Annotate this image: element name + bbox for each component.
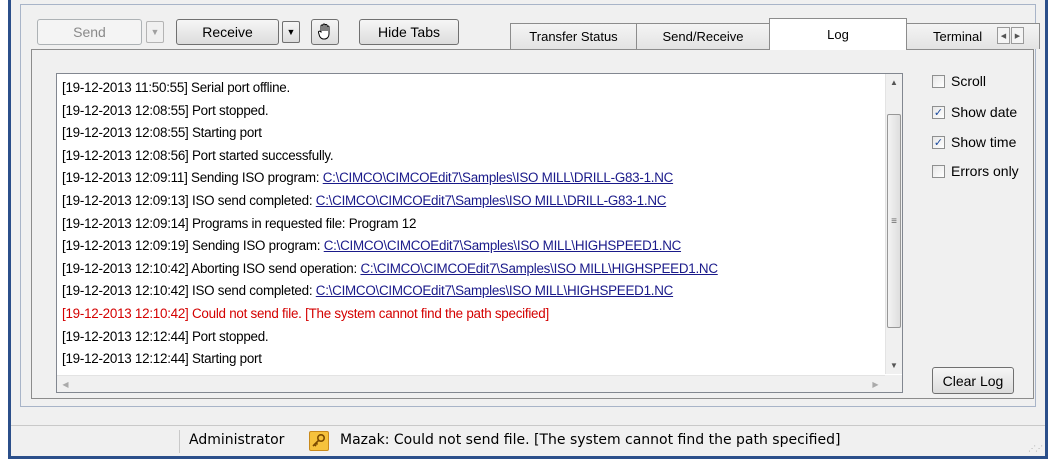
log-entry-text: [19-12-2013 12:09:13] ISO send completed… xyxy=(62,192,316,208)
errors-only-option[interactable]: Errors only xyxy=(932,162,1019,180)
log-entry: [19-12-2013 12:09:14] Programs in reques… xyxy=(62,213,882,236)
show-time-label: Show time xyxy=(951,134,1017,150)
scroll-right-icon[interactable]: ▶ xyxy=(867,376,884,392)
log-entry-text: [19-12-2013 12:10:42] ISO send completed… xyxy=(62,283,316,299)
log-entry-text: [19-12-2013 12:09:19] Sending ISO progra… xyxy=(62,238,324,254)
scroll-down-icon[interactable]: ▼ xyxy=(886,357,902,374)
hand-icon xyxy=(317,23,330,40)
scroll-checkbox[interactable] xyxy=(932,74,945,88)
errors-only-label: Errors only xyxy=(951,163,1019,179)
log-entry: [19-12-2013 12:08:55] Port stopped. xyxy=(62,100,882,123)
chevron-down-icon: ▼ xyxy=(150,27,160,37)
show-date-checkbox[interactable]: ✓ xyxy=(932,105,945,119)
log-entry-path-link[interactable]: C:\CIMCO\CIMCOEdit7\Samples\ISO MILL\DRI… xyxy=(323,170,674,185)
log-lines: [19-12-2013 11:50:55] Serial port offlin… xyxy=(62,77,882,371)
scroll-thumb[interactable]: ≡ xyxy=(887,114,901,328)
log-entry-text: [19-12-2013 12:10:42] Aborting ISO send … xyxy=(62,260,361,276)
log-entry-path-link[interactable]: C:\CIMCO\CIMCOEdit7\Samples\ISO MILL\DRI… xyxy=(316,193,667,208)
show-date-option[interactable]: ✓ Show date xyxy=(932,103,1017,121)
log-entry-text: [19-12-2013 12:10:42] Could not send fil… xyxy=(62,305,549,321)
log-entry: [19-12-2013 12:09:11] Sending ISO progra… xyxy=(62,167,882,190)
chevron-down-icon: ▼ xyxy=(286,27,296,37)
horizontal-scrollbar[interactable]: ◀ ▶ xyxy=(57,375,885,392)
tab-send-receive[interactable]: Send/Receive xyxy=(636,23,770,49)
main-window: Send ▼ Receive ▼ Hide Tabs Transfer Stat… xyxy=(8,0,1048,459)
key-icon xyxy=(309,431,329,451)
tab-scroll-left-button[interactable]: ◀ xyxy=(997,27,1010,44)
scroll-left-icon[interactable]: ◀ xyxy=(57,376,74,392)
grip-icon: ≡ xyxy=(891,215,897,227)
clear-log-button[interactable]: Clear Log xyxy=(932,367,1014,394)
vertical-scrollbar[interactable]: ▲ ≡ ▼ xyxy=(885,74,902,374)
log-entry: [19-12-2013 12:12:44] Starting port xyxy=(62,348,882,371)
log-entry: [19-12-2013 12:10:42] Aborting ISO send … xyxy=(62,258,882,281)
tab-scroll-right-button[interactable]: ▶ xyxy=(1011,27,1024,44)
log-entry-text: [19-12-2013 11:50:55] Serial port offlin… xyxy=(62,80,290,95)
arrow-right-icon: ▶ xyxy=(1014,32,1021,40)
scroll-option[interactable]: Scroll xyxy=(932,72,986,90)
status-message: Mazak: Could not send file. [The system … xyxy=(340,432,841,448)
log-entry-text: [19-12-2013 12:08:56] Port started succe… xyxy=(62,147,334,163)
log-entry: [19-12-2013 12:08:56] Port started succe… xyxy=(62,145,882,168)
log-entry: [19-12-2013 11:50:55] Serial port offlin… xyxy=(62,77,882,100)
show-time-checkbox[interactable]: ✓ xyxy=(932,135,945,149)
scroll-up-icon[interactable]: ▲ xyxy=(886,74,902,91)
log-entry: [19-12-2013 12:09:13] ISO send completed… xyxy=(62,190,882,213)
hide-tabs-button[interactable]: Hide Tabs xyxy=(359,19,459,45)
resize-grip-icon[interactable]: ⋰⋰ xyxy=(1028,444,1043,453)
log-entry-text: [19-12-2013 12:08:55] Port stopped. xyxy=(62,102,269,118)
log-entry: [19-12-2013 12:12:44] Port stopped. xyxy=(62,326,882,349)
log-entry-path-link[interactable]: C:\CIMCO\CIMCOEdit7\Samples\ISO MILL\HIG… xyxy=(324,238,682,253)
status-bar: Administrator Mazak: Could not send file… xyxy=(11,425,1045,456)
arrow-left-icon: ◀ xyxy=(1000,32,1007,40)
log-entry-text: [19-12-2013 12:09:11] Sending ISO progra… xyxy=(62,170,323,186)
log-entry-path-link[interactable]: C:\CIMCO\CIMCOEdit7\Samples\ISO MILL\HIG… xyxy=(316,283,674,298)
scroll-label: Scroll xyxy=(951,73,987,89)
log-entry-text: [19-12-2013 12:08:55] Starting port xyxy=(62,125,262,141)
receive-dropdown-button[interactable]: ▼ xyxy=(282,21,300,43)
log-entry: [19-12-2013 12:10:42] ISO send completed… xyxy=(62,280,882,303)
send-dropdown-button[interactable]: ▼ xyxy=(146,21,164,43)
tab-terminal-label: Terminal xyxy=(933,29,983,44)
status-separator xyxy=(179,430,180,453)
show-time-option[interactable]: ✓ Show time xyxy=(932,133,1016,151)
status-user: Administrator xyxy=(189,432,285,448)
log-entry: [19-12-2013 12:08:55] Starting port xyxy=(62,122,882,145)
log-entry-text: [19-12-2013 12:12:44] Port stopped. xyxy=(62,328,269,344)
log-entry: [19-12-2013 12:10:42] Could not send fil… xyxy=(62,303,882,326)
errors-only-checkbox[interactable] xyxy=(932,164,945,178)
hand-tool-button[interactable] xyxy=(311,19,339,45)
send-button[interactable]: Send xyxy=(37,19,142,45)
show-date-label: Show date xyxy=(951,104,1018,120)
receive-button[interactable]: Receive xyxy=(176,19,279,45)
log-entry: [19-12-2013 12:09:19] Sending ISO progra… xyxy=(62,235,882,258)
log-entry-path-link[interactable]: C:\CIMCO\CIMCOEdit7\Samples\ISO MILL\HIG… xyxy=(360,261,718,276)
scrollbar-corner xyxy=(885,375,902,392)
log-entry-text: [19-12-2013 12:12:44] Starting port xyxy=(62,351,262,367)
tab-transfer-status[interactable]: Transfer Status xyxy=(510,23,637,49)
tab-log[interactable]: Log xyxy=(769,18,907,50)
log-list[interactable]: [19-12-2013 11:50:55] Serial port offlin… xyxy=(56,73,903,393)
log-entry-text: [19-12-2013 12:09:14] Programs in reques… xyxy=(62,215,417,231)
